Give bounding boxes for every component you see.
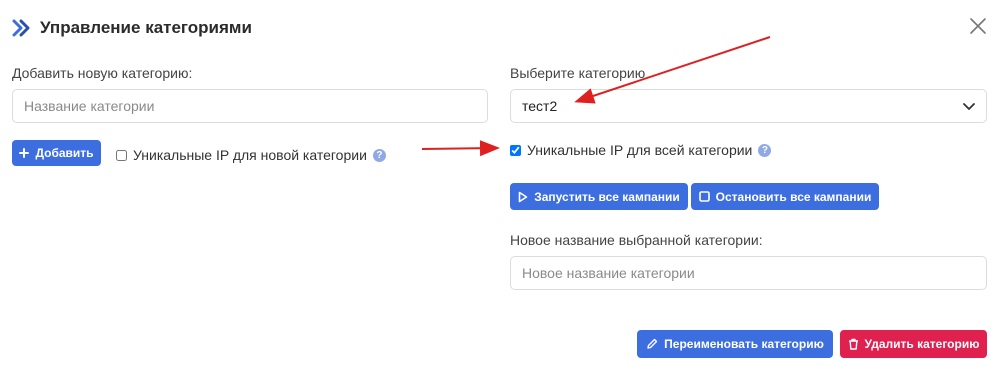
unique-ip-new-checkbox[interactable]	[116, 149, 127, 161]
chevron-down-icon	[963, 98, 975, 114]
delete-category-button[interactable]: Удалить категорию	[840, 330, 987, 358]
unique-ip-new-row: Уникальные IP для новой категории ?	[116, 147, 386, 163]
pencil-icon	[646, 338, 658, 350]
add-category-label: Добавить новую категорию:	[12, 65, 193, 81]
rename-category-label: Новое название выбранной категории:	[510, 232, 763, 248]
category-name-input[interactable]	[12, 89, 488, 123]
dialog-header: Управление категориями	[12, 14, 252, 42]
play-icon	[518, 191, 528, 203]
dialog-title: Управление категориями	[40, 18, 252, 37]
delete-button-label: Удалить категорию	[864, 337, 980, 351]
select-category-label: Выберите категорию	[510, 65, 646, 81]
double-chevron-right-icon	[12, 17, 34, 39]
start-all-label: Запустить все кампании	[534, 189, 680, 204]
category-select[interactable]: тест2	[510, 89, 987, 123]
annotation-arrow-checkbox	[421, 140, 500, 157]
selected-category: тест2	[522, 98, 558, 114]
stop-icon	[698, 191, 710, 202]
add-button[interactable]: Добавить	[12, 140, 101, 166]
start-all-campaigns-button[interactable]: Запустить все кампании	[510, 183, 688, 210]
close-icon[interactable]	[968, 16, 988, 36]
unique-ip-all-checkbox[interactable]	[510, 144, 521, 156]
stop-all-campaigns-button[interactable]: Остановить все кампании	[691, 183, 879, 210]
stop-all-label: Остановить все кампании	[715, 189, 872, 204]
help-icon[interactable]: ?	[372, 148, 386, 162]
trash-icon	[848, 338, 859, 350]
unique-ip-all-row: Уникальные IP для всей категории ?	[510, 142, 772, 158]
plus-icon	[19, 148, 30, 158]
rename-category-button[interactable]: Переименовать категорию	[637, 330, 833, 358]
new-category-name-input[interactable]	[510, 256, 987, 290]
add-button-label: Добавить	[35, 146, 94, 160]
unique-ip-all-label: Уникальные IP для всей категории	[527, 142, 753, 158]
help-icon[interactable]: ?	[758, 143, 772, 157]
unique-ip-new-label: Уникальные IP для новой категории	[133, 147, 367, 163]
rename-button-label: Переименовать категорию	[664, 337, 824, 351]
